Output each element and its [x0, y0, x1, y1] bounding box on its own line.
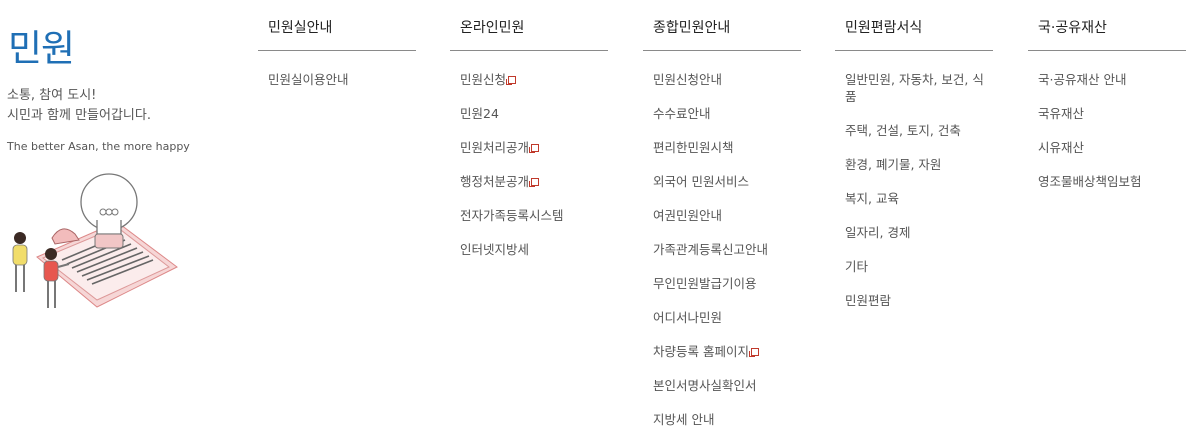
menu-item-family-registration[interactable]: 전자가족등록시스템	[460, 207, 608, 224]
column-general-civil-guide: 종합민원안내 민원신청안내 수수료안내 편리한민원시책 외국어 민원서비스 여권…	[643, 0, 801, 428]
menu-item-administrative-disposition[interactable]: 행정처분공개	[460, 173, 608, 190]
menu-item-convenient-policy[interactable]: 편리한민원시책	[653, 139, 801, 156]
external-link-icon	[506, 75, 517, 85]
lightbulb-document-illustration-icon	[12, 173, 178, 308]
slogan-line-2: 시민과 함께 만들어갑니다.	[7, 108, 151, 123]
menu-item-fee-guide[interactable]: 수수료안내	[653, 105, 801, 122]
menu-item-minwon24[interactable]: 민원24	[460, 105, 608, 122]
menu-item-civil-application[interactable]: 민원신청	[460, 71, 608, 88]
menu-item-housing-construction[interactable]: 주택, 건설, 토지, 건축	[845, 122, 993, 139]
column-heading: 민원편람서식	[835, 0, 993, 51]
menu-list: 민원신청안내 수수료안내 편리한민원시책 외국어 민원서비스 여권민원안내 가족…	[643, 71, 801, 428]
menu-item-etc[interactable]: 기타	[845, 258, 993, 275]
external-link-icon	[529, 177, 540, 187]
menu-item-civil-office-guide[interactable]: 민원실이용안내	[268, 71, 416, 88]
menu-list: 국·공유재산 안내 국유재산 시유재산 영조물배상책임보험	[1028, 71, 1186, 190]
section-title: 민원	[8, 27, 75, 70]
menu-item-civil-processing-disclosure[interactable]: 민원처리공개	[460, 139, 608, 156]
menu-item-liability-insurance[interactable]: 영조물배상책임보험	[1038, 173, 1186, 190]
menu-item-anywhere-civil[interactable]: 어디서나민원	[653, 309, 801, 326]
menu-item-civil-handbook[interactable]: 민원편람	[845, 292, 993, 309]
column-heading: 온라인민원	[450, 0, 608, 51]
menu-item-state-property[interactable]: 국유재산	[1038, 105, 1186, 122]
menu-item-local-tax-guide[interactable]: 지방세 안내	[653, 411, 801, 428]
menu-item-signature-confirmation[interactable]: 본인서명사실확인서	[653, 377, 801, 394]
menu-item-jobs-economy[interactable]: 일자리, 경제	[845, 224, 993, 241]
column-public-property: 국·공유재산 국·공유재산 안내 국유재산 시유재산 영조물배상책임보험	[1028, 0, 1186, 190]
column-civil-forms: 민원편람서식 일반민원, 자동차, 보건, 식품 주택, 건설, 토지, 건축 …	[835, 0, 993, 309]
column-heading: 종합민원안내	[643, 0, 801, 51]
menu-item-general-auto-health-food[interactable]: 일반민원, 자동차, 보건, 식품	[845, 71, 995, 105]
menu-item-welfare-education[interactable]: 복지, 교육	[845, 190, 993, 207]
external-link-icon	[529, 143, 540, 153]
menu-item-internet-local-tax[interactable]: 인터넷지방세	[460, 241, 608, 258]
menu-list: 일반민원, 자동차, 보건, 식품 주택, 건설, 토지, 건축 환경, 폐기물…	[835, 71, 993, 309]
menu-item-family-relation-guide[interactable]: 가족관계등록신고안내	[653, 241, 801, 258]
menu-item-city-property[interactable]: 시유재산	[1038, 139, 1186, 156]
menu-item-foreign-language-service[interactable]: 외국어 민원서비스	[653, 173, 801, 190]
column-civil-office: 민원실안내 민원실이용안내	[258, 0, 416, 88]
slogan: 소통, 참여 도시! 시민과 함께 만들어갑니다.	[7, 86, 151, 126]
menu-item-kiosk-usage[interactable]: 무인민원발급기이용	[653, 275, 801, 292]
menu-list: 민원신청 민원24 민원처리공개 행정처분공개 전자가족등록시스템 인터넷지방세	[450, 71, 608, 258]
slogan-line-1: 소통, 참여 도시!	[7, 88, 97, 103]
menu-item-passport-guide[interactable]: 여권민원안내	[653, 207, 801, 224]
column-heading: 국·공유재산	[1028, 0, 1186, 51]
intro-panel: 민원 소통, 참여 도시! 시민과 함께 만들어갑니다. The better …	[7, 0, 237, 434]
menu-item-environment-waste[interactable]: 환경, 폐기물, 자원	[845, 156, 993, 173]
column-online-civil: 온라인민원 민원신청 민원24 민원처리공개 행정처분공개 전자가족등록시스템 …	[450, 0, 608, 258]
menu-list: 민원실이용안내	[258, 71, 416, 88]
menu-item-public-property-guide[interactable]: 국·공유재산 안내	[1038, 71, 1186, 88]
menu-item-vehicle-registration[interactable]: 차량등록 홈페이지	[653, 343, 801, 360]
column-heading: 민원실안내	[258, 0, 416, 51]
external-link-icon	[748, 347, 759, 357]
english-slogan: The better Asan, the more happy	[7, 140, 190, 153]
menu-item-application-guide[interactable]: 민원신청안내	[653, 71, 801, 88]
